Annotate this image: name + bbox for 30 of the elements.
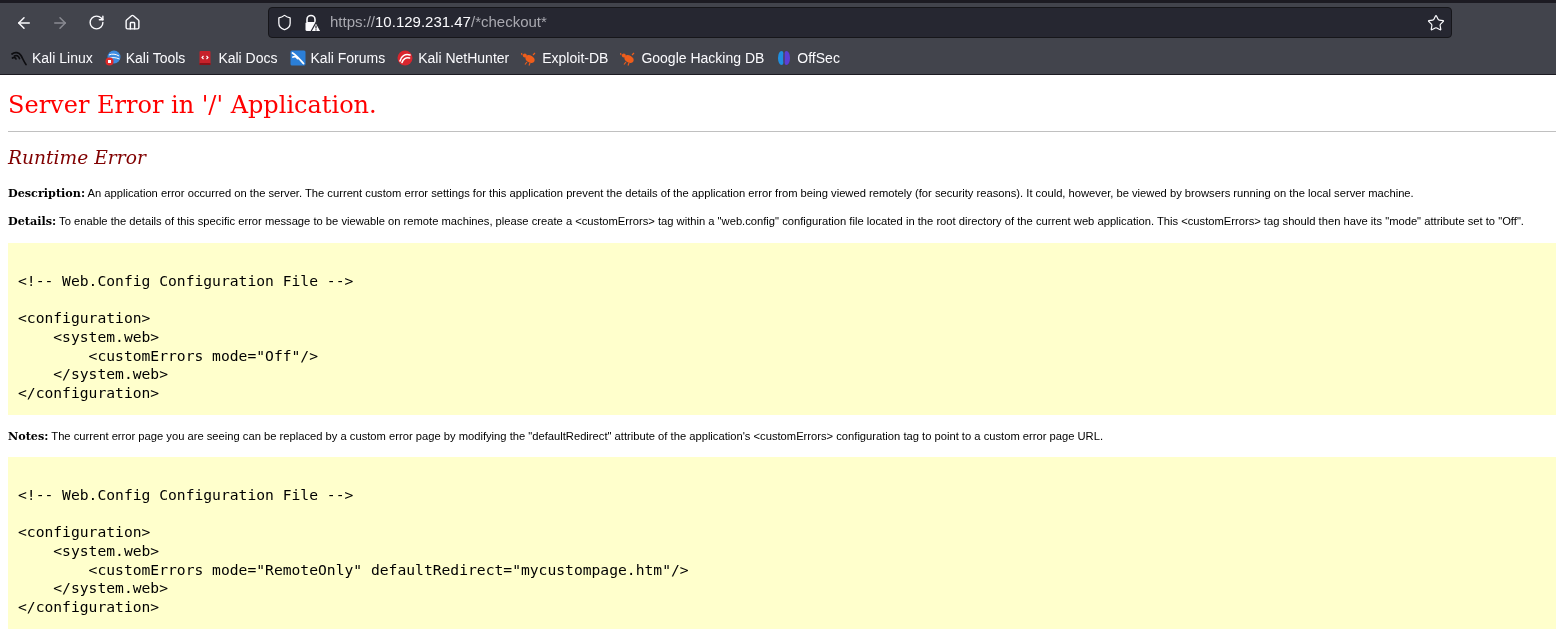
bookmark-link[interactable]: Kali Linux (11, 47, 93, 69)
code-text: <!-- Web.Config Configuration File --> <configuration> <system.web> <customErrors mode="Off"/> </system.web> </configuration> (18, 272, 354, 403)
bookmark-link[interactable]: Google Hacking DB (620, 47, 765, 69)
page-title: Server Error in '/' Application. (8, 91, 377, 119)
bug-icon (521, 50, 538, 66)
dragon-icon (11, 50, 27, 66)
oval-icon (776, 50, 793, 66)
shield-icon[interactable] (276, 14, 293, 31)
paragraph-text: Notes: The current error page you are seeing can be replaced by a custom error page by modifying the "defaultRedirect" attribute of the application's <customErrors> configuration tag to point to a custom error page URL. (8, 429, 1104, 444)
url-text[interactable]: https://10.129.231.47/*checkout* (330, 11, 547, 34)
paragraph-text: Details: To enable the details of this specific error message to be viewable on remote machines, please create a <customErrors> tag within a "web.config" configuration file located in the root directory of the current web application. This <customErrors> tag should then have its "mode" attribute set to "Off". (8, 214, 1524, 228)
bookmark-link[interactable]: OffSec (776, 47, 840, 69)
address-bar[interactable]: https://10.129.231.47/*checkout* (268, 7, 1452, 38)
code-text: <!-- Web.Config Configuration File --> <configuration> <system.web> <customErrors mode="RemoteOnly" defaultRedirect="mycustompage.htm"/> </system.web> </configuration> (18, 486, 689, 617)
globe-icon (104, 50, 121, 66)
bug-icon (620, 50, 637, 66)
home-icon (123, 14, 141, 31)
bookmark-link[interactable]: Kali Forums (289, 47, 386, 69)
bookmark-link[interactable]: Exploit-DB (521, 47, 609, 69)
star-icon[interactable] (1427, 13, 1445, 32)
error-heading: Runtime Error (8, 147, 146, 169)
tile-icon (289, 50, 306, 66)
paragraph-text: Description: An application error occurred on the server. The current custom error settings for this application prevent the details of the application error from being viewed remotely (for security reasons). It could, however, be viewed by browsers running on the local server machine. (8, 186, 1414, 200)
book-icon (197, 50, 214, 66)
reload-icon (87, 14, 105, 31)
circle-icon (397, 50, 414, 66)
bookmark-link[interactable]: Kali NetHunter (397, 47, 510, 69)
bookmark-link[interactable]: Kali Docs (197, 47, 278, 69)
lock-warning-icon[interactable] (303, 13, 321, 32)
bookmark-link[interactable]: Kali Tools (104, 47, 186, 69)
